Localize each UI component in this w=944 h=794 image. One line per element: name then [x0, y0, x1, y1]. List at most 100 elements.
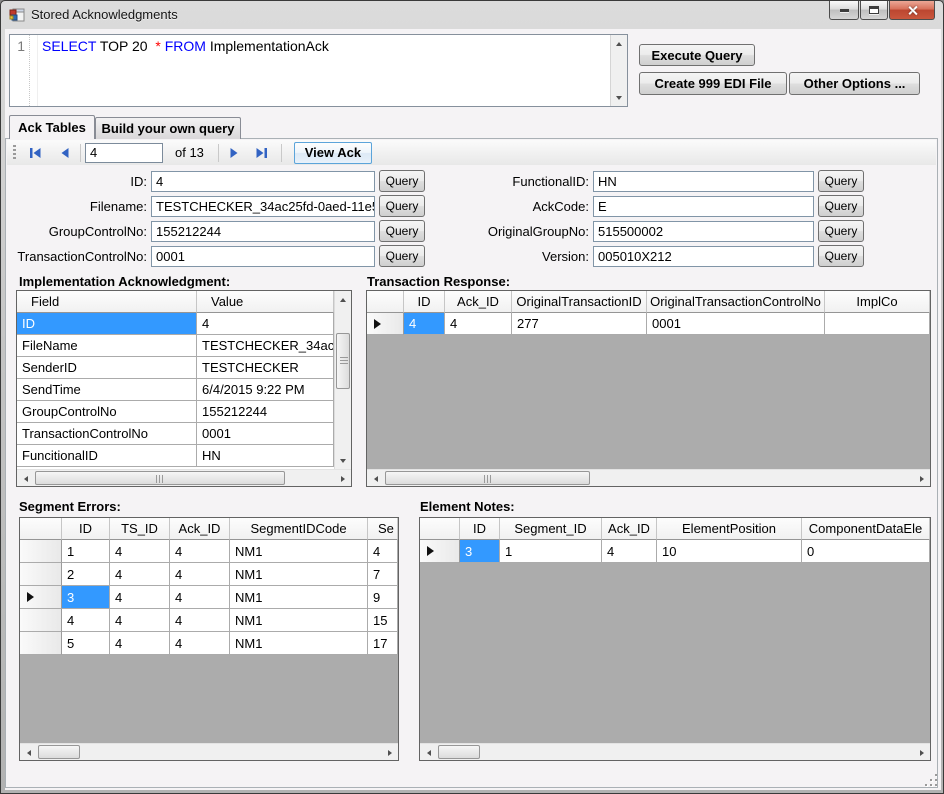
scroll-left-icon[interactable] — [421, 745, 436, 760]
column-header[interactable]: Ack_ID — [170, 518, 230, 540]
ackcode-query-button[interactable]: Query — [818, 195, 864, 217]
cell[interactable]: 4 — [62, 609, 110, 632]
groupcontrolno-field[interactable]: 155212244 — [151, 221, 375, 242]
cell[interactable]: 4 — [170, 586, 230, 609]
cell[interactable]: FileName — [17, 335, 197, 357]
cell[interactable]: 9 — [368, 586, 398, 609]
transactioncontrolno-query-button[interactable]: Query — [379, 245, 425, 267]
cell[interactable]: 4 — [197, 313, 334, 335]
cell[interactable]: 4 — [170, 609, 230, 632]
cell[interactable]: 5 — [62, 632, 110, 655]
transaction-response-grid[interactable]: ID Ack_ID OriginalTransactionID Original… — [366, 290, 931, 487]
cell[interactable]: 1 — [62, 540, 110, 563]
scrollbar-thumb[interactable] — [438, 745, 480, 759]
version-query-button[interactable]: Query — [818, 245, 864, 267]
element-notes-grid[interactable]: ID Segment_ID Ack_ID ElementPosition Com… — [419, 517, 931, 761]
toolbar-grip[interactable] — [13, 145, 16, 161]
row-header[interactable] — [420, 540, 460, 563]
cell[interactable]: 3 — [460, 540, 500, 563]
cell[interactable]: NM1 — [230, 540, 368, 563]
cell[interactable]: TESTCHECKER — [197, 357, 334, 379]
column-header[interactable]: Field — [17, 291, 197, 313]
row-header[interactable] — [20, 586, 62, 609]
column-header[interactable]: Value — [197, 291, 334, 313]
table-row[interactable]: TransactionControlNo 0001 — [17, 423, 334, 445]
implementation-ack-grid[interactable]: Field Value ID 4 FileName TESTCHECKER_34… — [16, 290, 352, 487]
maximize-button[interactable] — [860, 1, 888, 20]
table-row[interactable]: 4 4 4 NM1 15 — [20, 609, 398, 632]
sql-query-text[interactable]: SELECT TOP 20 * FROM ImplementationAck — [38, 35, 610, 106]
cell[interactable]: 2 — [62, 563, 110, 586]
sql-vertical-scrollbar[interactable] — [610, 35, 627, 106]
column-header[interactable]: Se — [368, 518, 398, 540]
cell[interactable]: 1 — [500, 540, 602, 563]
create-999-edi-file-button[interactable]: Create 999 EDI File — [639, 72, 787, 95]
table-row[interactable]: FuncitionalID HN — [17, 445, 334, 467]
scroll-right-icon[interactable] — [335, 471, 350, 486]
segment-errors-grid[interactable]: ID TS_ID Ack_ID SegmentIDCode Se 1 4 4 N… — [19, 517, 399, 761]
table-row[interactable]: SendTime 6/4/2015 9:22 PM — [17, 379, 334, 401]
table-row[interactable]: 2 4 4 NM1 7 — [20, 563, 398, 586]
transactioncontrolno-field[interactable]: 0001 — [151, 246, 375, 267]
cell[interactable]: 4 — [110, 563, 170, 586]
cell[interactable]: 4 — [445, 313, 512, 335]
cell[interactable]: 4 — [170, 563, 230, 586]
record-position-input[interactable] — [85, 143, 163, 163]
scrollbar-thumb[interactable] — [38, 745, 80, 759]
scroll-left-icon[interactable] — [18, 471, 33, 486]
cell[interactable]: HN — [197, 445, 334, 467]
id-query-button[interactable]: Query — [379, 170, 425, 192]
cell[interactable]: NM1 — [230, 586, 368, 609]
cell[interactable]: 6/4/2015 9:22 PM — [197, 379, 334, 401]
cell[interactable]: 7 — [368, 563, 398, 586]
table-row[interactable]: 5 4 4 NM1 17 — [20, 632, 398, 655]
cell[interactable] — [825, 313, 930, 335]
scroll-left-icon[interactable] — [368, 471, 383, 486]
execute-query-button[interactable]: Execute Query — [639, 44, 755, 66]
column-header[interactable]: Segment_ID — [500, 518, 602, 540]
title-bar[interactable]: Stored Acknowledgments — [1, 1, 943, 29]
grid-header-row[interactable]: ID TS_ID Ack_ID SegmentIDCode Se — [20, 518, 398, 540]
move-first-button[interactable] — [24, 142, 47, 164]
originalgroupno-field[interactable]: 515500002 — [593, 221, 814, 242]
row-header[interactable] — [367, 313, 404, 335]
table-row[interactable]: 1 4 4 NM1 4 — [20, 540, 398, 563]
horizontal-scrollbar[interactable] — [20, 743, 398, 760]
cell[interactable]: 0001 — [197, 423, 334, 445]
cell[interactable]: 4 — [368, 540, 398, 563]
table-row[interactable]: GroupControlNo 155212244 — [17, 401, 334, 423]
cell[interactable]: 15 — [368, 609, 398, 632]
column-header[interactable]: Ack_ID — [602, 518, 657, 540]
grid-header-row[interactable]: Field Value — [17, 291, 334, 313]
column-header[interactable]: ID — [404, 291, 445, 313]
scrollbar-thumb[interactable] — [336, 333, 350, 389]
table-row[interactable]: FileName TESTCHECKER_34ac2. — [17, 335, 334, 357]
cell[interactable]: 4 — [110, 586, 170, 609]
column-header[interactable]: ComponentDataEle — [802, 518, 930, 540]
cell[interactable]: NM1 — [230, 632, 368, 655]
cell[interactable]: ID — [17, 313, 197, 335]
grid-header-row[interactable]: ID Ack_ID OriginalTransactionID Original… — [367, 291, 930, 313]
cell[interactable]: SenderID — [17, 357, 197, 379]
cell[interactable]: SendTime — [17, 379, 197, 401]
cell[interactable]: 4 — [170, 632, 230, 655]
column-header[interactable]: TS_ID — [110, 518, 170, 540]
filename-query-button[interactable]: Query — [379, 195, 425, 217]
cell[interactable]: 277 — [512, 313, 647, 335]
vertical-scrollbar[interactable] — [334, 291, 351, 469]
column-header[interactable]: ElementPosition — [657, 518, 802, 540]
move-next-button[interactable] — [223, 142, 246, 164]
scroll-right-icon[interactable] — [914, 745, 929, 760]
table-row[interactable]: ID 4 — [17, 313, 334, 335]
cell[interactable]: 4 — [110, 540, 170, 563]
cell[interactable]: TransactionControlNo — [17, 423, 197, 445]
cell[interactable]: GroupControlNo — [17, 401, 197, 423]
originalgroupno-query-button[interactable]: Query — [818, 220, 864, 242]
id-field[interactable]: 4 — [151, 171, 375, 192]
scroll-right-icon[interactable] — [382, 745, 397, 760]
scroll-right-icon[interactable] — [914, 471, 929, 486]
column-header[interactable]: OriginalTransactionID — [512, 291, 647, 313]
table-row[interactable]: SenderID TESTCHECKER — [17, 357, 334, 379]
column-header[interactable]: ImplCo — [825, 291, 930, 313]
cell[interactable]: 4 — [170, 540, 230, 563]
